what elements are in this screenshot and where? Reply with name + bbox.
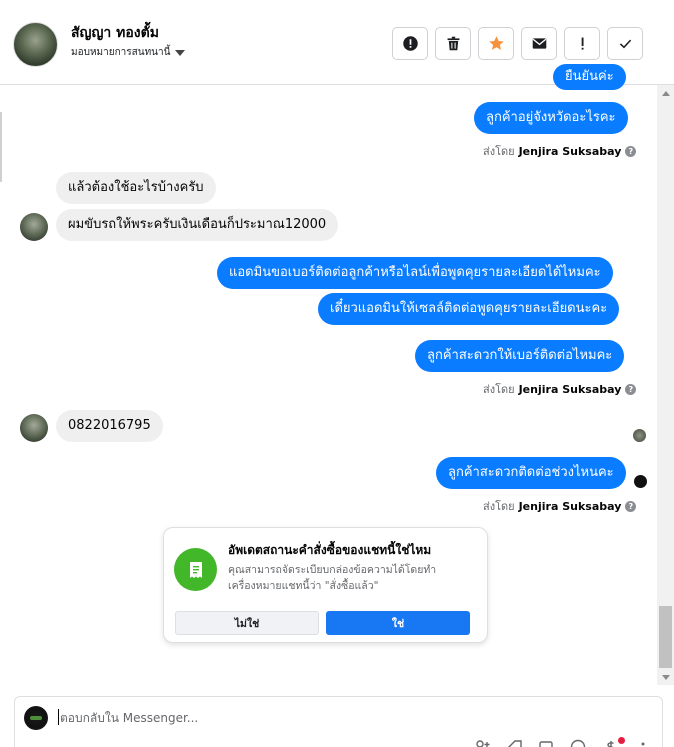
sent-by-prefix: ส่งโดย [483, 383, 515, 396]
message-outgoing[interactable]: แอดมินขอเบอร์ติดต่อลูกค้าหรือไลน์เพื่อพู… [217, 257, 613, 289]
sender-name: Jenjira Suksabay [518, 144, 622, 158]
exclamation-icon [581, 37, 584, 50]
contact-avatar[interactable] [13, 22, 58, 67]
message-outgoing[interactable]: ลูกค้าอยู่จังหวัดอะไรคะ [474, 102, 628, 134]
scrollbar-thumb[interactable] [659, 606, 672, 668]
saved-reply-icon[interactable] [538, 739, 554, 747]
message-incoming[interactable]: ผมขับรถให้พระครับเงินเดือนก็ประมาณ12000 [56, 209, 339, 241]
spam-button[interactable] [564, 27, 600, 60]
card-description: คุณสามารถจัดระเบียบกล่องข้อความได้โดยทำเ… [228, 564, 437, 592]
help-icon[interactable]: ? [625, 500, 637, 512]
scroll-up-arrow-icon[interactable] [662, 91, 670, 96]
sender-name: Jenjira Suksabay [518, 499, 622, 513]
sent-by-label: ส่งโดย Jenjira Suksabay ? [483, 380, 637, 398]
message-outgoing[interactable]: ยืนยันค่ะ [553, 64, 626, 90]
yes-button[interactable]: ใช่ [326, 611, 470, 635]
star-button[interactable] [478, 27, 514, 60]
card-title: อัพเดตสถานะคำสั่งซื้อของแชทนี้ใช่ไหม [228, 543, 432, 557]
sent-by-label: ส่งโดย Jenjira Suksabay ? [483, 142, 637, 160]
caret-down-icon [175, 49, 186, 56]
scrollbar-track[interactable] [657, 85, 674, 685]
envelope-icon [532, 38, 546, 49]
message-outgoing[interactable]: เดี๋ยวแอดมินให้เซลล์ติดต่อพูดคุยรายละเอี… [318, 293, 620, 325]
notification-dot [618, 737, 625, 744]
sender-name: Jenjira Suksabay [518, 382, 622, 396]
reply-input[interactable]: ตอบกลับใน Messenger... [60, 709, 198, 728]
message-outgoing[interactable]: ลูกค้าสะดวกติดต่อช่วงไหนคะ [436, 457, 626, 489]
contact-name[interactable]: สัญญา ทองตั้ม [71, 22, 159, 44]
report-button[interactable] [392, 27, 428, 60]
sender-avatar-small [634, 475, 647, 488]
mark-done-button[interactable] [607, 27, 643, 60]
payment-icon[interactable] [603, 739, 619, 747]
mark-unread-button[interactable] [521, 27, 557, 60]
add-person-icon[interactable] [474, 739, 490, 747]
emoji-icon[interactable] [570, 739, 586, 747]
help-icon[interactable]: ? [625, 383, 637, 395]
receipt-icon [174, 548, 217, 591]
reply-composer: ตอบกลับใน Messenger... [14, 696, 663, 747]
sent-by-label: ส่งโดย Jenjira Suksabay ? [483, 497, 637, 515]
assign-label: มอบหมายการสนทนานี้ [71, 47, 171, 58]
more-options-icon[interactable] [635, 739, 651, 747]
message-incoming[interactable]: 0822016795 [56, 410, 163, 442]
check-icon [619, 39, 631, 49]
page-avatar [24, 706, 48, 730]
help-icon[interactable]: ? [625, 145, 637, 157]
report-icon [402, 36, 418, 51]
sent-by-prefix: ส่งโดย [483, 145, 515, 158]
panel-edge [0, 112, 2, 182]
action-toolbar [392, 27, 643, 60]
message-outgoing[interactable]: ลูกค้าสะดวกให้เบอร์ติดต่อไหมคะ [415, 340, 625, 372]
assign-conversation-dropdown[interactable]: มอบหมายการสนทนานี้ [71, 45, 186, 60]
tag-icon[interactable] [507, 739, 523, 747]
order-status-card: อัพเดตสถานะคำสั่งซื้อของแชทนี้ใช่ไหม คุณ… [163, 527, 488, 643]
seen-indicator-avatar [633, 429, 646, 442]
inbox-chat-panel: สัญญา ทองตั้ม มอบหมายการสนทนานี้ ยืนยันค… [0, 0, 674, 747]
trash-icon [447, 36, 459, 51]
contact-avatar-small [20, 213, 48, 241]
text-cursor [58, 709, 59, 725]
star-icon [488, 36, 504, 50]
scroll-down-arrow-icon[interactable] [662, 675, 670, 680]
contact-avatar-small [20, 414, 48, 442]
message-incoming[interactable]: แล้วต้องใช้อะไรบ้างครับ [56, 172, 216, 204]
delete-button[interactable] [435, 27, 471, 60]
sent-by-prefix: ส่งโดย [483, 500, 515, 513]
no-button[interactable]: ไม่ใช่ [175, 611, 319, 635]
